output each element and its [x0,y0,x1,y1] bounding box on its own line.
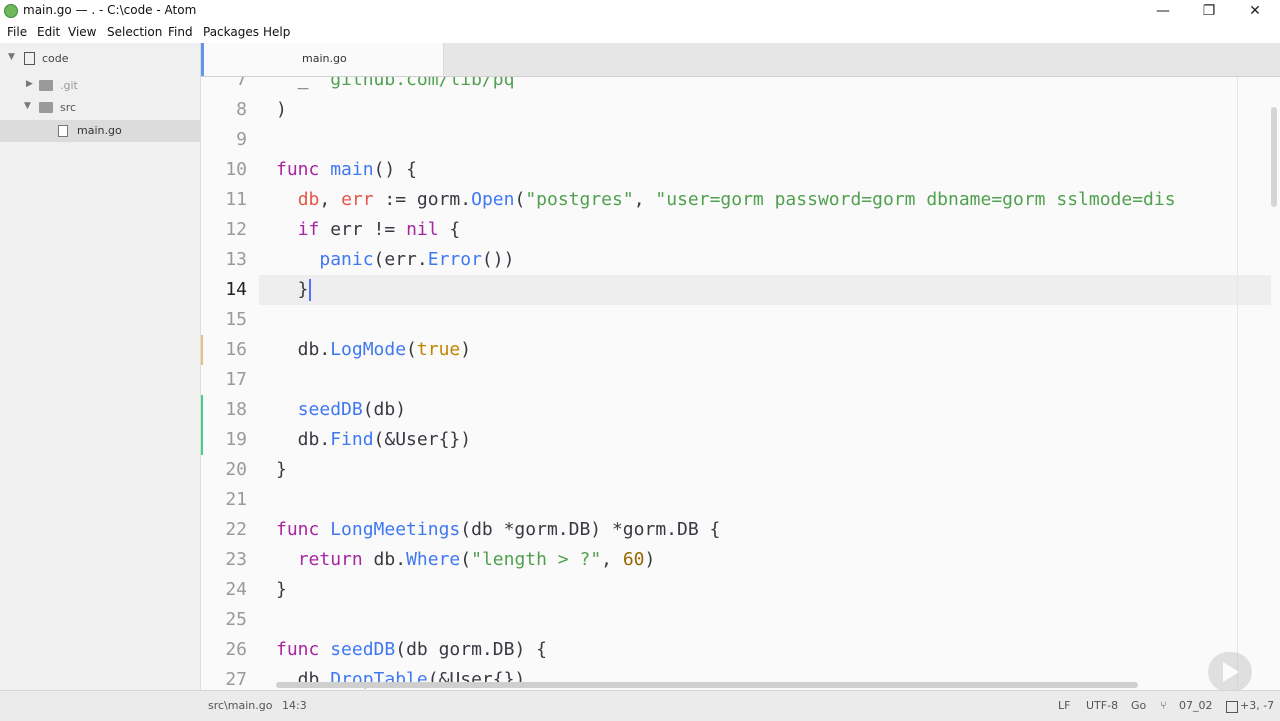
minimize-button[interactable]: — [1140,0,1186,22]
line-number: 15 [225,309,247,330]
close-button[interactable]: ✕ [1232,0,1278,22]
menu-packages[interactable]: Packages [203,25,259,39]
text-caret [308,279,311,301]
horizontal-scrollbar[interactable] [276,682,1138,688]
tab-main-go[interactable]: main.go [201,43,444,76]
menu-bar: File Edit View Selection Find Packages H… [0,22,1280,44]
line-number: 13 [225,249,247,270]
menu-find[interactable]: Find [168,25,193,39]
atom-logo-icon [4,4,18,18]
line-number: 11 [225,189,247,210]
line-number: 27 [225,669,247,690]
code-line[interactable]: db.LogMode(true) [276,335,471,365]
status-grammar[interactable]: Go [1131,699,1146,712]
line-number-current: 14 [225,279,247,300]
status-file-path[interactable]: src\main.go [208,699,272,712]
tree-view: ▼ code ▶ .git ▼ src main.go [0,43,201,690]
status-bar: src\main.go 14:3 LF UTF-8 Go ⑂ 07_02 +3,… [0,690,1280,721]
chevron-down-icon[interactable]: ▼ [8,52,15,62]
tree-item-label: src [60,101,77,114]
line-number: 18 [225,399,247,420]
menu-edit[interactable]: Edit [37,25,60,39]
title-bar: main.go — . - C:\code - Atom — ❐ ✕ [0,0,1280,22]
video-play-button[interactable] [1208,652,1252,692]
line-number: 7 [236,77,247,90]
play-icon [1223,662,1239,682]
window-title: main.go — . - C:\code - Atom [23,3,197,17]
line-number: 24 [225,579,247,600]
code-line[interactable]: func main() { [276,155,417,185]
code-line[interactable]: } [276,275,311,305]
line-number: 22 [225,519,247,540]
code-line[interactable]: db, err := gorm.Open("postgres", "user=g… [276,185,1176,215]
code-line[interactable]: func seedDB(db gorm.DB) { [276,635,547,665]
line-number: 12 [225,219,247,240]
code-line[interactable]: ) [276,95,287,125]
line-number: 23 [225,549,247,570]
cursor-line-highlight [259,275,1271,305]
line-number: 20 [225,459,247,480]
code-line[interactable]: panic(err.Error()) [276,245,514,275]
vertical-scrollbar[interactable] [1271,107,1277,207]
active-tab-indicator [201,43,204,76]
git-branch-icon: ⑂ [1160,699,1167,712]
line-number: 26 [225,639,247,660]
line-number: 16 [225,339,247,360]
code-editor[interactable]: 7 8 9 10 11 12 13 14 15 16 17 18 19 20 2… [201,77,1280,690]
line-number: 8 [236,99,247,120]
tab-bar: main.go [201,43,1280,77]
line-number: 19 [225,429,247,450]
chevron-right-icon[interactable]: ▶ [26,79,33,89]
menu-selection[interactable]: Selection [107,25,162,39]
code-line[interactable]: func LongMeetings(db *gorm.DB) *gorm.DB … [276,515,720,545]
code-line[interactable]: if err != nil { [276,215,461,245]
code-line[interactable]: } [276,455,287,485]
git-diff-icon [1226,701,1238,713]
code-line[interactable]: seedDB(db) [276,395,406,425]
file-icon [58,125,68,137]
line-number: 21 [225,489,247,510]
line-number: 17 [225,369,247,390]
repo-icon [24,52,35,65]
chevron-down-icon[interactable]: ▼ [24,101,31,111]
code-line[interactable]: } [276,575,287,605]
line-number: 10 [225,159,247,180]
code-line[interactable]: db.Find(&User{}) [276,425,471,455]
status-line-ending[interactable]: LF [1058,699,1070,712]
maximize-button[interactable]: ❐ [1186,0,1232,22]
tree-item-label: .git [60,79,78,92]
menu-view[interactable]: View [68,25,96,39]
status-cursor-position[interactable]: 14:3 [282,699,307,712]
wrap-guide [1237,77,1238,690]
folder-icon [39,102,53,113]
tree-item-label: main.go [77,124,122,137]
line-number: 9 [236,129,247,150]
code-line[interactable]: return db.Where("length > ?", 60) [276,545,656,575]
line-number: 25 [225,609,247,630]
menu-file[interactable]: File [7,25,27,39]
tree-item-src[interactable]: ▼ src [0,97,200,119]
status-branch[interactable]: 07_02 [1179,699,1213,712]
folder-icon [39,80,53,91]
status-git-diff[interactable]: +3, -7 [1240,699,1274,712]
tree-item-git[interactable]: ▶ .git [0,75,200,97]
tree-root-code[interactable]: ▼ code [0,48,200,70]
code-line[interactable]: _ "github.com/lib/pq" [276,77,526,95]
line-number-gutter[interactable]: 7 8 9 10 11 12 13 14 15 16 17 18 19 20 2… [201,77,259,690]
tree-item-main-go[interactable]: main.go [0,120,200,142]
tab-label: main.go [302,52,347,65]
status-encoding[interactable]: UTF-8 [1086,699,1118,712]
tree-root-label: code [42,52,69,65]
menu-help[interactable]: Help [263,25,290,39]
